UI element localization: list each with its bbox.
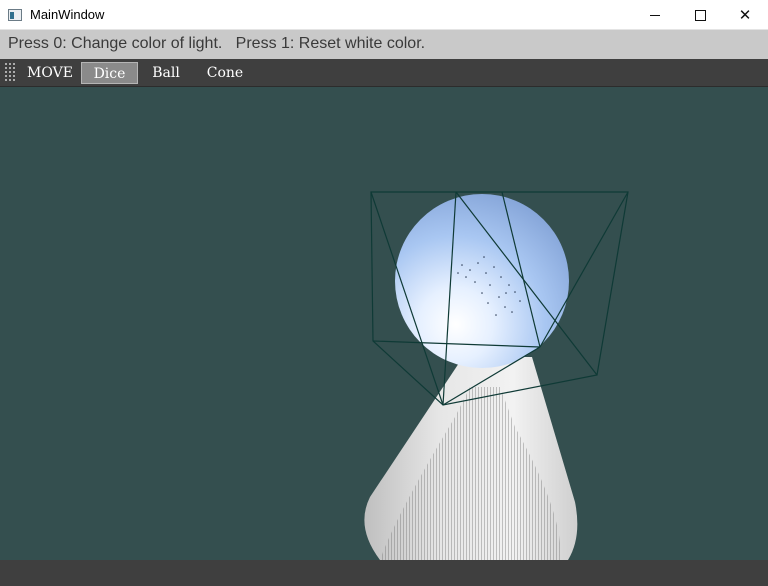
close-icon: ✕ [738,6,752,24]
minimize-icon [650,14,660,16]
close-button[interactable]: ✕ [722,0,768,30]
minimize-button[interactable] [632,0,678,30]
toolbar-button-dice[interactable]: Dice [81,62,138,84]
maximize-icon [694,9,706,21]
status-bar [0,560,768,586]
window-title: MainWindow [30,7,105,22]
toolbar-button-ball[interactable]: Ball [142,62,190,84]
maximize-button[interactable] [677,0,723,30]
toolbar: MOVE Dice Ball Cone [0,59,768,87]
app-window-icon [8,9,22,21]
toolbar-button-cone[interactable]: Cone [198,62,252,84]
hint-text: Press 0: Change color of light. Press 1:… [8,35,426,52]
toolbar-button-move[interactable]: MOVE [27,62,73,84]
toolbar-grip-handle[interactable] [4,62,16,83]
title-bar: MainWindow ✕ [0,0,768,30]
scene-canvas [364,191,629,560]
gl-viewport[interactable] [0,87,768,560]
cone-object [364,357,578,560]
hint-bar: Press 0: Change color of light. Press 1:… [0,30,768,59]
